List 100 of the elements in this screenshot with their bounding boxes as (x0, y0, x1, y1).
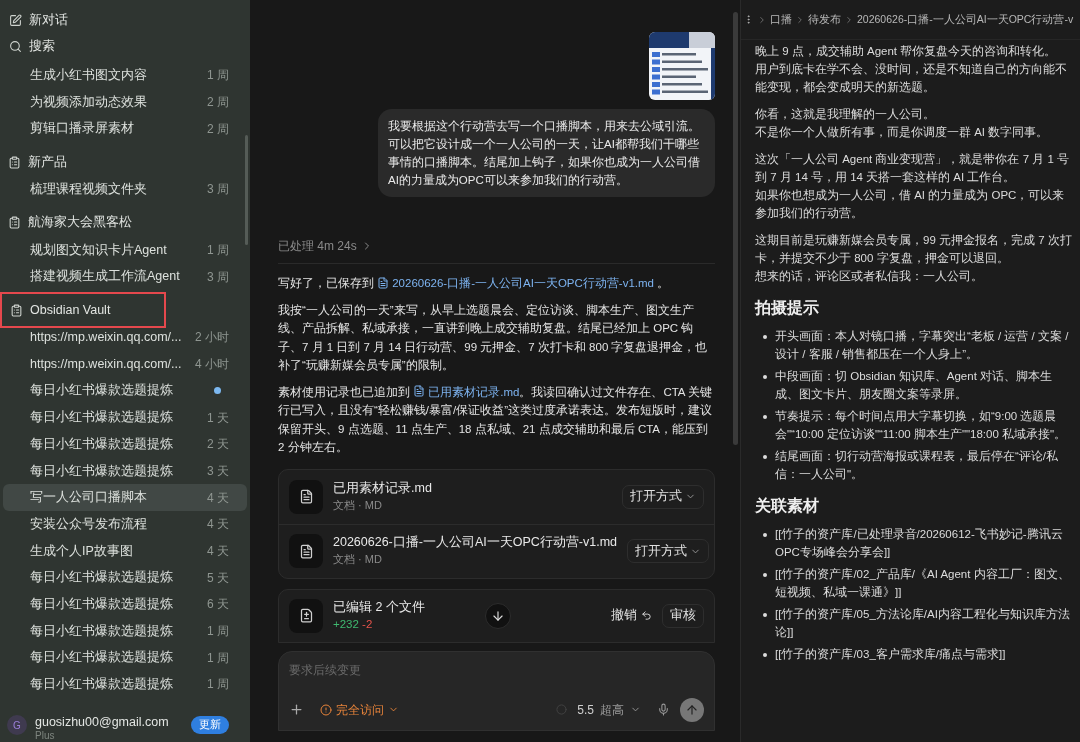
chat-time: 1 周 (207, 623, 229, 641)
chat-title: 每日小红书爆款选题提炼 (30, 569, 173, 587)
sidebar-action[interactable]: 搜索 (0, 33, 250, 59)
bullet-icon (763, 415, 767, 419)
scrollbar[interactable] (733, 12, 738, 445)
chat-time: 1 周 (207, 649, 229, 667)
chat-time: 4 天 (207, 542, 229, 560)
update-button[interactable]: 更新 (191, 716, 229, 734)
chat-item[interactable]: 梳理课程视频文件夹 3 周 (3, 176, 247, 203)
file-link[interactable]: 20260626-口播-一人公司AI一天OPC行动营-v1.md (377, 277, 654, 289)
document-paragraph: 不是你一个人做所有事，而是你调度一群 AI 数字同事。 (755, 125, 1050, 140)
chat-item[interactable]: 每日小红书爆款选题提炼 1 周 (3, 644, 247, 672)
document-paragraph: 这期目前是玩赚新媒会员专属，99 元押金报名，完成 7 次打卡，并提交不少于 800 字复盘，押金可以退回。 (755, 233, 1073, 266)
list-item: [[竹子的资产库/已处理录音/20260612-飞书妙记-腾讯云OPC专场峰会分享会]] (775, 527, 1064, 560)
chat-time: 1 周 (207, 676, 229, 694)
user-avatar: G (7, 715, 27, 735)
bullet-icon (763, 653, 767, 657)
chat-title: 剪辑口播录屏素材 (30, 120, 134, 138)
breadcrumb-item[interactable]: 20260626-口播-一人公司AI一天OPC行动营-v (857, 11, 1074, 28)
undo-button[interactable]: 撤销 (611, 606, 652, 625)
chat-item[interactable]: 安装公众号发布流程 4 天 (3, 510, 247, 538)
chat-time: 6 天 (207, 596, 229, 614)
add-icon[interactable] (289, 702, 304, 717)
scrollbar[interactable] (245, 135, 248, 245)
chat-time: 1 周 (207, 67, 229, 85)
list-item: [[竹子的资产库/02_产品库/《AI Agent 内容工厂：图文、短视频、私域一课通》]] (775, 567, 1071, 600)
send-button[interactable] (680, 697, 704, 722)
list-item: [[竹子的资产库/03_客户需求库/痛点与需求]] (775, 647, 1006, 662)
chat-item[interactable]: 每日小红书爆款选题提炼 3 天 (3, 457, 247, 485)
chat-time: 1 周 (207, 242, 229, 260)
chat-item[interactable]: 每日小红书爆款选题提炼 1 周 (3, 617, 247, 645)
chat-item[interactable]: 剪辑口播录屏素材 2 周 (3, 115, 247, 143)
project-icon (10, 303, 23, 317)
reply-paragraph: 写好了，已保存到 20260626-口播-一人公司AI一天OPC行动营-v1.md 。 (278, 275, 671, 291)
scroll-down-button[interactable] (485, 602, 511, 629)
lines-added: +232 (333, 617, 359, 630)
bullet-icon (763, 375, 767, 379)
chat-item[interactable]: 每日小红书爆款选题提炼 6 天 (3, 591, 247, 618)
project-folder[interactable]: 航海家大会黑客松 (0, 208, 250, 237)
file-link[interactable]: 已用素材记录.md (413, 385, 520, 398)
list-item: 中段画面：切 Obsidian 知识库、Agent 对话、脚本生成、图文卡片、朋友圈文案等录屏。 (775, 369, 1054, 402)
document-heading: 关联素材 (755, 496, 820, 516)
follow-up-input[interactable]: 要求后续变更 (289, 659, 704, 680)
list-item: [[竹子的资产库/05_方法论库/AI内容工程化与知识库方法论]] (775, 607, 1071, 640)
access-dropdown[interactable]: 完全访问 (320, 700, 399, 719)
chat-item[interactable]: 写一人公司口播脚本 4 天 (3, 484, 247, 511)
open-with-button[interactable]: 打开方式 (627, 539, 710, 563)
document-icon (377, 276, 390, 289)
chat-title: 每日小红书爆款选题提炼 (30, 409, 173, 427)
chat-title: 梳理课程视频文件夹 (30, 181, 147, 199)
chat-title: 规划图文知识卡片Agent (30, 241, 167, 259)
chat-item[interactable]: 规划图文知识卡片Agent 1 周 (3, 236, 247, 264)
chat-item[interactable]: 每日小红书爆款选题提炼 5 天 (3, 564, 247, 591)
chat-item[interactable]: 每日小红书爆款选题提炼 2 天 (3, 430, 247, 458)
project-icon (8, 216, 21, 230)
chat-time: 3 周 (207, 268, 229, 286)
project-folder[interactable]: 新产品 (0, 148, 250, 177)
document-icon (289, 534, 323, 568)
bullet-icon (763, 613, 767, 617)
open-with-button[interactable]: 打开方式 (622, 484, 704, 509)
chat-item[interactable]: 生成个人IP故事图 4 天 (3, 537, 247, 565)
chevron-right-icon (757, 14, 767, 25)
chat-title: 每日小红书爆款选题提炼 (30, 649, 173, 667)
file-meta: 文档 · MD (333, 497, 383, 513)
chat-item[interactable]: 生成小红书图文内容 1 周 (3, 62, 247, 89)
file-meta: 文档 · MD (333, 552, 383, 567)
search-icon (9, 39, 22, 53)
worked-toggle[interactable]: 已处理 4m 24s (278, 237, 715, 255)
lines-removed: -2 (362, 617, 373, 630)
chat-time: 1 天 (207, 409, 229, 427)
arrow-down-icon (491, 608, 505, 623)
chat-item[interactable]: 为视频添加动态效果 2 周 (3, 88, 247, 116)
chat-title: 搭建视频生成工作流Agent (30, 268, 180, 286)
chat-title: 每日小红书爆款选题提炼 (30, 462, 173, 480)
document-heading: 拍摄提示 (755, 298, 820, 318)
chat-time: 2 周 (207, 94, 229, 112)
breadcrumb-item[interactable]: 待发布 (808, 11, 841, 28)
sidebar-action[interactable]: 新对话 (0, 7, 250, 33)
list-item: 节奏提示：每个时间点用大字幕切换，如“9:00 选题晨会"“10:00 定位访谈"“11:00 脚本生产""18:00 私域承接"。 (775, 409, 1068, 442)
chevron-right-icon (795, 14, 805, 25)
chat-time: 3 周 (207, 181, 229, 199)
edits-title: 已编辑 2 个文件 (333, 598, 426, 616)
project-icon (8, 155, 21, 169)
breadcrumb-item[interactable]: 口播 (770, 11, 792, 28)
chat-title: 为视频添加动态效果 (30, 93, 147, 111)
chat-item[interactable]: 每日小红书爆款选题提炼 (3, 377, 247, 405)
document-paragraph: 晚上 9 点，成交辅助 Agent 帮你复盘今天的咨询和转化。 (755, 44, 1058, 59)
chat-item[interactable]: 每日小红书爆款选题提炼 1 周 (3, 671, 247, 698)
account-email: guosizhu00@gmail.com (35, 716, 170, 729)
model-dropdown[interactable]: 5.5 超高 (577, 700, 641, 719)
chat-time: 3 天 (207, 462, 229, 480)
chat-item[interactable]: 搭建视频生成工作流Agent 3 周 (3, 263, 247, 291)
review-button[interactable]: 审核 (662, 603, 704, 628)
chat-time: 2 周 (207, 120, 229, 138)
document-paragraph: 想来的话，评论区或者私信我：一人公司。 (755, 269, 984, 284)
project-folder[interactable]: Obsidian Vault (0, 292, 166, 329)
mic-icon[interactable] (657, 703, 670, 716)
chat-title: https://mp.weixin.qq.com/... (30, 329, 182, 347)
chat-item[interactable]: https://mp.weixin.qq.com/... 4 小时 (3, 350, 247, 378)
chat-item[interactable]: 每日小红书爆款选题提炼 1 天 (3, 404, 247, 431)
